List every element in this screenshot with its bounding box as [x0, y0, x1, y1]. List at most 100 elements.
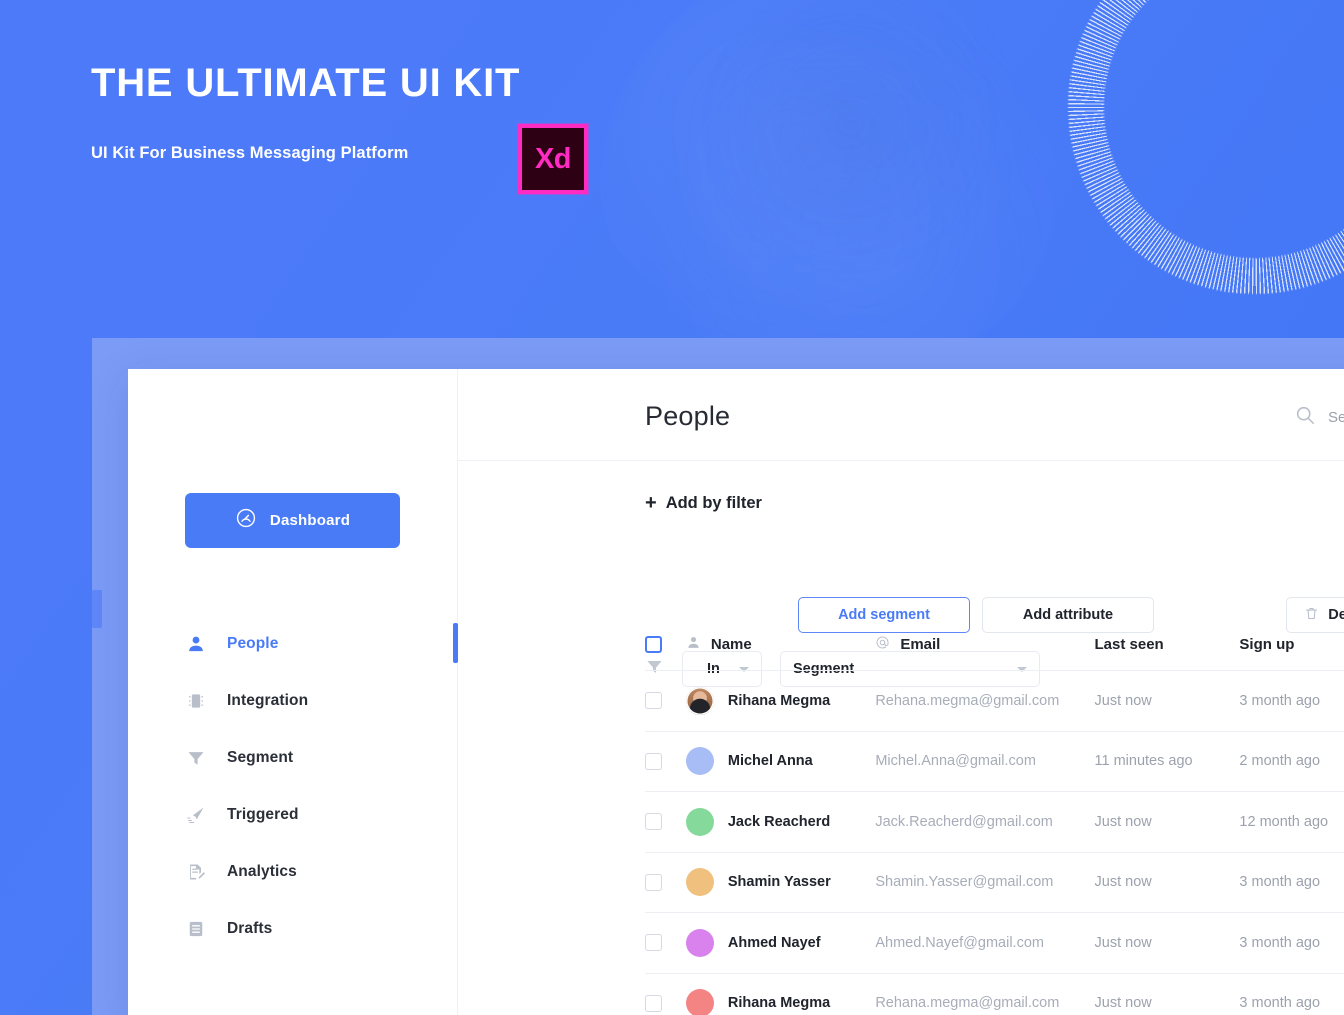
row-checkbox[interactable] — [645, 934, 662, 952]
sidebar-item-segment[interactable]: Segment — [128, 729, 458, 786]
column-header-label: Sign up — [1239, 636, 1295, 653]
avatar — [685, 686, 714, 715]
cell-last-seen: Just now — [1095, 873, 1240, 891]
table-row[interactable]: Rihana Megma Rehana.megma@gmail.com Just n… — [645, 671, 1344, 732]
cell-email-value: Jack.Reacherd@gmail.com — [875, 813, 1053, 830]
cell-sign-up: 2 month ago — [1239, 752, 1344, 770]
select-all-checkbox[interactable] — [645, 636, 662, 653]
cell-last-seen-value: Just now — [1094, 692, 1152, 709]
person-name: Jack Reacherd — [727, 813, 831, 830]
table-body: Rihana Megma Rehana.megma@gmail.com Just n… — [645, 671, 1344, 1015]
cell-email-value: Ahmed.Nayef@gmail.com — [875, 934, 1044, 951]
column-header-label: Email — [900, 636, 941, 653]
cell-sign-up: 3 month ago — [1239, 873, 1344, 891]
row-checkbox[interactable] — [645, 752, 662, 770]
cell-name: Ahmed Nayef — [685, 928, 875, 957]
search-placeholder: Search... — [1327, 409, 1344, 426]
main-content: People Search... + Add by filter — [458, 369, 1344, 1015]
avatar — [685, 807, 714, 836]
cell-sign-up: 3 month ago — [1239, 994, 1344, 1012]
column-header-sign-up[interactable]: Sign up — [1239, 636, 1344, 653]
cell-email: Jack.Reacherd@gmail.com — [875, 813, 1094, 831]
add-by-filter-button[interactable]: + Add by filter — [645, 493, 762, 513]
table-row[interactable]: Shamin Yasser Shamin.Yasser@gmail.com Just… — [645, 853, 1344, 913]
sidebar-item-label: Analytics — [227, 862, 297, 880]
cell-sign-up-value: 3 month ago — [1239, 934, 1321, 951]
row-checkbox[interactable] — [645, 994, 662, 1012]
search-icon — [1294, 404, 1316, 431]
table-row[interactable]: Jack Reacherd Jack.Reacherd@gmail.com Just… — [645, 792, 1344, 853]
column-header-last-seen[interactable]: Last seen — [1095, 636, 1240, 653]
sidebar: Dashboard People Integration Segment Tri… — [128, 369, 458, 1015]
sidebar-item-triggered[interactable]: Triggered — [128, 786, 458, 843]
sidebar-item-integration[interactable]: Integration — [128, 672, 458, 729]
drafts-icon — [185, 918, 207, 940]
row-select-cell — [645, 873, 686, 891]
cell-sign-up-value: 2 month ago — [1239, 753, 1321, 770]
table-row[interactable]: Michel Anna Michel.Anna@gmail.com 11 minut… — [645, 732, 1344, 792]
sidebar-item-label: Triggered — [227, 805, 299, 823]
cell-last-seen-value: 11 minutes ago — [1094, 753, 1193, 770]
table-row[interactable]: Ahmed Nayef Ahmed.Nayef@gmail.com Just now… — [645, 913, 1344, 974]
send-icon — [185, 804, 207, 826]
row-checkbox[interactable] — [645, 873, 662, 891]
sidebar-item-drafts[interactable]: Drafts — [128, 900, 458, 957]
cell-email: Rehana.megma@gmail.com — [875, 994, 1094, 1012]
page-title: People — [645, 401, 731, 431]
person-name: Rihana Megma — [727, 995, 831, 1012]
sidebar-item-label: Segment — [227, 748, 294, 766]
person-name: Rihana Megma — [727, 692, 831, 709]
hero-title: THE ULTIMATE UI KIT — [91, 61, 521, 105]
select-all-cell — [645, 636, 686, 653]
cell-last-seen: Just now — [1095, 813, 1240, 831]
row-checkbox[interactable] — [645, 692, 662, 710]
hero-face-shadow — [690, 0, 1010, 290]
table-row[interactable]: Rihana Megma Rehana.megma@gmail.com Just n… — [645, 974, 1344, 1015]
left-edge-indicator[interactable] — [92, 590, 102, 628]
cell-sign-up: 3 month ago — [1239, 934, 1344, 952]
cell-email: Shamin.Yasser@gmail.com — [875, 873, 1094, 891]
avatar — [685, 747, 714, 776]
cell-sign-up-value: 3 month ago — [1239, 692, 1321, 709]
cell-email: Ahmed.Nayef@gmail.com — [875, 934, 1094, 952]
cell-last-seen: Just now — [1095, 994, 1240, 1012]
dashboard-label: Dashboard — [269, 512, 351, 529]
integration-icon — [185, 690, 207, 712]
cell-last-seen-value: Just now — [1094, 934, 1152, 951]
column-header-name[interactable]: Name — [686, 635, 875, 654]
cell-name: Shamin Yasser — [685, 868, 875, 897]
dashboard-button[interactable]: Dashboard — [185, 493, 400, 548]
people-table: Name Email Last seen Sign up Rihana Megm… — [645, 619, 1344, 1015]
person-name: Michel Anna — [727, 753, 813, 770]
app-window: Dashboard People Integration Segment Tri… — [128, 369, 1344, 1015]
column-header-email[interactable]: Email — [875, 635, 1094, 654]
person-column-icon — [686, 635, 701, 654]
avatar — [685, 989, 714, 1015]
sidebar-item-analytics[interactable]: Analytics — [128, 843, 458, 900]
row-checkbox[interactable] — [645, 813, 662, 831]
sidebar-item-people[interactable]: People — [128, 615, 458, 672]
cell-email-value: Michel.Anna@gmail.com — [875, 753, 1036, 770]
hero-subtitle: UI Kit For Business Messaging Platform — [91, 144, 409, 162]
cell-last-seen-value: Just now — [1094, 995, 1152, 1012]
screen: THE ULTIMATE UI KIT UI Kit For Business … — [0, 0, 1344, 1015]
plus-icon: + — [645, 492, 657, 514]
toolbar: + Add by filter Add segment Add attribut… — [458, 461, 1344, 687]
sidebar-item-label: Integration — [227, 691, 309, 709]
sidebar-item-label: People — [227, 634, 279, 652]
cell-email-value: Rehana.megma@gmail.com — [875, 995, 1060, 1012]
cell-sign-up-value: 3 month ago — [1239, 874, 1321, 891]
adobe-xd-badge: Xd — [518, 124, 588, 194]
page-header: People Search... — [458, 369, 1344, 461]
cell-name: Rihana Megma — [685, 989, 875, 1015]
cell-last-seen: 11 minutes ago — [1095, 752, 1240, 770]
cell-email-value: Shamin.Yasser@gmail.com — [875, 874, 1054, 891]
search-field[interactable]: Search... — [1294, 404, 1344, 431]
row-select-cell — [645, 813, 686, 831]
cell-last-seen: Just now — [1095, 692, 1240, 710]
funnel-icon — [185, 747, 207, 769]
cell-name: Jack Reacherd — [685, 807, 875, 836]
cell-email: Rehana.megma@gmail.com — [875, 692, 1094, 710]
cell-email: Michel.Anna@gmail.com — [875, 752, 1094, 770]
sidebar-item-label: Drafts — [227, 919, 273, 937]
